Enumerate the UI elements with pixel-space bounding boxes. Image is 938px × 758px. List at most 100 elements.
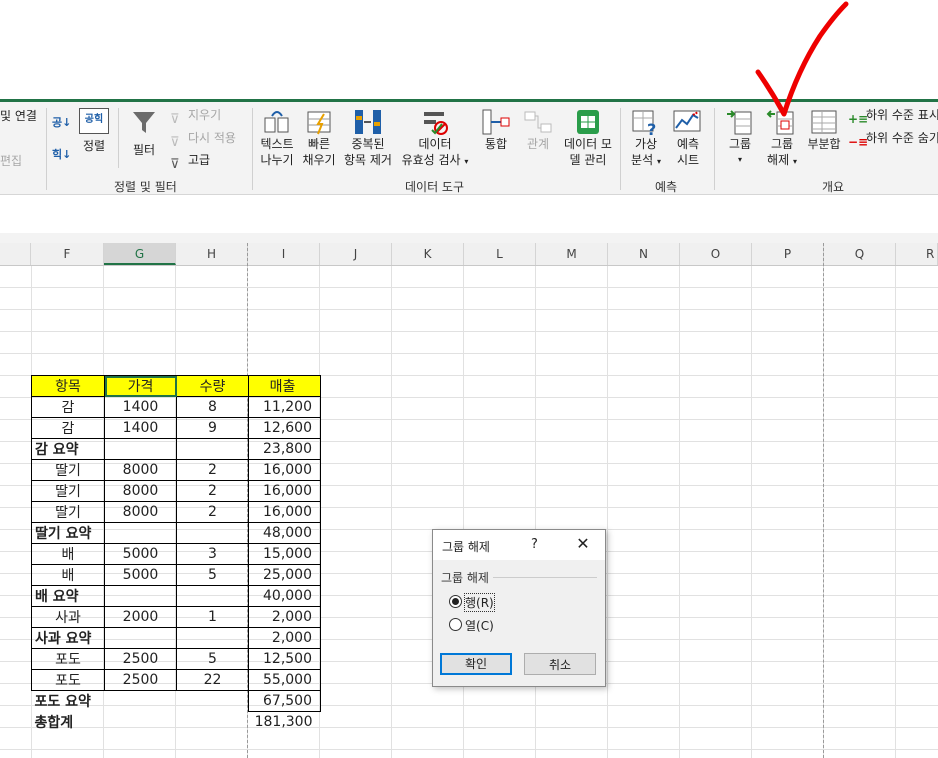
- manage-data-model-button[interactable]: 데이터 모 델 관리: [560, 108, 616, 168]
- header-cell[interactable]: 항목: [31, 375, 105, 397]
- cancel-button[interactable]: 취소: [524, 653, 596, 675]
- table-cell[interactable]: [104, 438, 177, 460]
- table-cell[interactable]: [104, 627, 177, 649]
- table-cell[interactable]: 48,000: [248, 522, 321, 544]
- table-cell[interactable]: [105, 712, 177, 733]
- column-header-i[interactable]: I: [248, 243, 320, 265]
- help-button[interactable]: ?: [531, 537, 538, 552]
- table-cell[interactable]: [176, 438, 249, 460]
- table-cell[interactable]: 12,500: [248, 648, 321, 670]
- header-cell[interactable]: 수량: [176, 375, 249, 397]
- table-cell[interactable]: [104, 585, 177, 607]
- table-cell[interactable]: 23,800: [248, 438, 321, 460]
- advanced-filter-button[interactable]: ⊽ 고급: [170, 153, 210, 172]
- columns-radio[interactable]: [449, 618, 462, 631]
- formula-bar[interactable]: [0, 195, 938, 234]
- data-validation-button[interactable]: 데이터 유효성 검사 ▾: [398, 108, 472, 170]
- table-cell[interactable]: 22: [176, 669, 249, 691]
- header-cell[interactable]: 매출: [248, 375, 321, 397]
- table-cell[interactable]: 15,000: [248, 543, 321, 565]
- rows-radio-label[interactable]: 행(R): [464, 593, 495, 612]
- column-header-g[interactable]: G: [104, 243, 176, 265]
- table-cell[interactable]: 감 요약: [31, 438, 105, 460]
- table-cell[interactable]: 1: [176, 606, 249, 628]
- table-cell[interactable]: 181,300: [249, 712, 321, 733]
- table-cell[interactable]: 사과 요약: [31, 627, 105, 649]
- table-cell[interactable]: 9: [176, 417, 249, 439]
- select-all-corner[interactable]: [0, 243, 31, 265]
- sort-descending-button[interactable]: 힉↓: [52, 146, 72, 162]
- table-cell[interactable]: 2000: [104, 606, 177, 628]
- table-cell[interactable]: 배 요약: [31, 585, 105, 607]
- column-header-j[interactable]: J: [320, 243, 392, 265]
- table-cell[interactable]: 1400: [104, 417, 177, 439]
- table-cell[interactable]: [177, 712, 249, 733]
- table-cell[interactable]: 16,000: [248, 480, 321, 502]
- column-header-p[interactable]: P: [752, 243, 824, 265]
- table-cell[interactable]: 딸기: [31, 480, 105, 502]
- table-cell[interactable]: 배: [31, 543, 105, 565]
- table-cell[interactable]: 2: [176, 480, 249, 502]
- table-cell[interactable]: 8000: [104, 480, 177, 502]
- table-cell[interactable]: 11,200: [248, 396, 321, 418]
- table-cell[interactable]: 5: [176, 648, 249, 670]
- table-cell[interactable]: 총합계: [32, 712, 105, 733]
- table-cell[interactable]: [176, 585, 249, 607]
- table-cell[interactable]: 1400: [104, 396, 177, 418]
- column-header-k[interactable]: K: [392, 243, 464, 265]
- column-header-m[interactable]: M: [536, 243, 608, 265]
- table-cell[interactable]: 12,600: [248, 417, 321, 439]
- hide-detail-button[interactable]: −≡ 하위 수준 숨기기: [848, 131, 938, 150]
- sort-ascending-button[interactable]: 공↓: [52, 114, 72, 130]
- text-to-columns-button[interactable]: 텍스트 나누기: [256, 108, 298, 168]
- table-cell[interactable]: 배: [31, 564, 105, 586]
- table-cell[interactable]: 2500: [104, 669, 177, 691]
- header-cell[interactable]: 가격: [104, 375, 177, 397]
- table-cell[interactable]: 딸기 요약: [31, 522, 105, 544]
- table-cell[interactable]: [176, 627, 249, 649]
- table-cell[interactable]: [104, 522, 177, 544]
- table-cell[interactable]: 8: [176, 396, 249, 418]
- table-cell[interactable]: 사과: [31, 606, 105, 628]
- table-cell[interactable]: 16,000: [248, 501, 321, 523]
- flash-fill-button[interactable]: 빠른 채우기: [299, 108, 339, 168]
- close-icon[interactable]: ✕: [572, 533, 594, 555]
- table-cell[interactable]: [177, 691, 249, 712]
- sort-button[interactable]: 공힉 정렬: [76, 108, 112, 154]
- table-cell[interactable]: 감: [31, 417, 105, 439]
- column-header-h[interactable]: H: [176, 243, 248, 265]
- forecast-sheet-button[interactable]: 예측 시트: [668, 108, 708, 168]
- table-cell[interactable]: 67,500: [248, 690, 321, 712]
- table-cell[interactable]: 2500: [104, 648, 177, 670]
- connections-link-partial[interactable]: 및 연결: [0, 109, 37, 124]
- table-cell[interactable]: 딸기: [31, 501, 105, 523]
- table-cell[interactable]: 8000: [104, 501, 177, 523]
- table-cell[interactable]: 감: [31, 396, 105, 418]
- table-cell[interactable]: 25,000: [248, 564, 321, 586]
- table-cell[interactable]: 8000: [104, 459, 177, 481]
- column-header-f[interactable]: F: [31, 243, 104, 265]
- table-cell[interactable]: 5: [176, 564, 249, 586]
- what-if-analysis-button[interactable]: ? 가상 분석 ▾: [626, 108, 666, 170]
- table-cell[interactable]: 5000: [104, 564, 177, 586]
- table-cell[interactable]: 2,000: [248, 606, 321, 628]
- table-cell[interactable]: 3: [176, 543, 249, 565]
- ok-button[interactable]: 확인: [440, 653, 512, 675]
- consolidate-button[interactable]: 통합: [476, 108, 516, 152]
- table-cell[interactable]: 16,000: [248, 459, 321, 481]
- filter-button[interactable]: 필터: [126, 108, 162, 158]
- table-cell[interactable]: 2: [176, 501, 249, 523]
- rows-radio[interactable]: [449, 595, 462, 608]
- column-header-r[interactable]: R: [896, 243, 938, 265]
- column-header-l[interactable]: L: [464, 243, 536, 265]
- table-cell[interactable]: 40,000: [248, 585, 321, 607]
- table-cell[interactable]: 5000: [104, 543, 177, 565]
- table-cell[interactable]: 포도: [31, 648, 105, 670]
- column-header-o[interactable]: O: [680, 243, 752, 265]
- table-cell[interactable]: [176, 522, 249, 544]
- table-cell[interactable]: 55,000: [248, 669, 321, 691]
- column-header-q[interactable]: Q: [824, 243, 896, 265]
- columns-radio-label[interactable]: 열(C): [465, 617, 494, 634]
- table-cell[interactable]: 딸기: [31, 459, 105, 481]
- table-cell[interactable]: [105, 691, 177, 712]
